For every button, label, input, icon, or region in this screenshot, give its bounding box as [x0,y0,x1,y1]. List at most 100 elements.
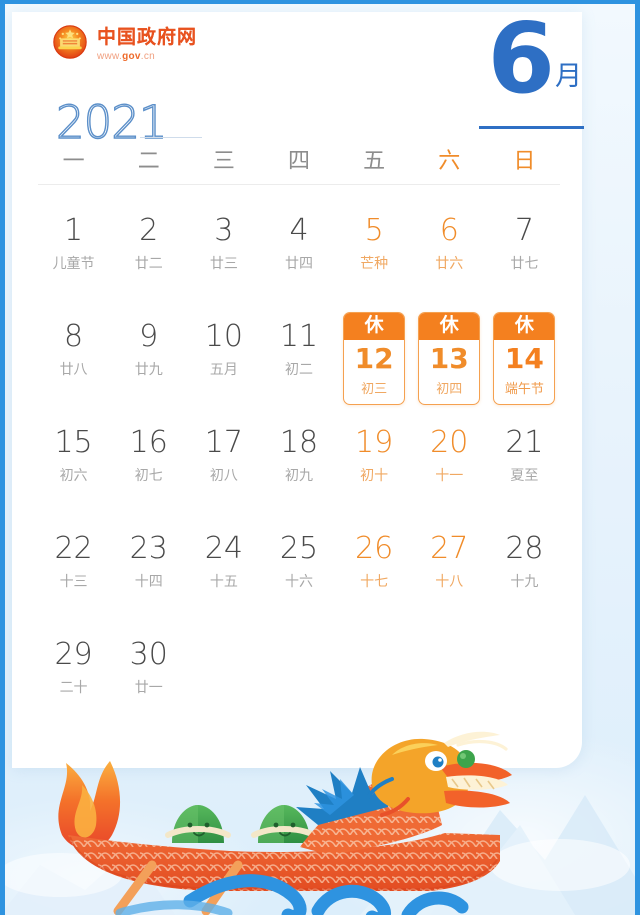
day-cell[interactable]: 3 廿三 [186,206,261,312]
day-cell[interactable]: 6 廿六 [412,206,487,312]
weekday-1: 一 [62,149,85,174]
frame-border-left [0,0,5,915]
day-cell[interactable]: 26 十七 [337,524,412,630]
day-lunar-label: 初九 [284,468,313,484]
day-lunar-label: 十八 [435,574,464,590]
day-cell[interactable]: 25 十六 [261,524,336,630]
day-cell[interactable]: 23 十四 [111,524,186,630]
day-lunar-label: 初七 [134,468,163,484]
day-number: 3 [214,213,234,248]
day-cell[interactable]: 5 芒种 [337,206,412,312]
day-cell[interactable]: 18 初九 [261,418,336,524]
day-number: 28 [505,531,544,566]
day-number: 26 [355,531,394,566]
day-number: 24 [204,531,243,566]
day-lunar-label: 廿九 [134,362,163,378]
day-lunar-label: 十六 [284,574,313,590]
brand-name: 中国政府网 [97,22,197,49]
day-cell[interactable]: 21 夏至 [487,418,562,524]
day-number: 15 [54,425,93,460]
day-number: 27 [430,531,469,566]
day-cell[interactable]: 27 十八 [412,524,487,630]
day-number: 10 [204,319,243,354]
holiday-badge-label: 休 [419,313,480,340]
day-lunar-label: 初六 [59,468,88,484]
day-lunar-label: 初三 [361,381,388,397]
year-label: 2021 [55,95,168,149]
day-number: 16 [129,425,168,460]
header-divider [38,184,560,185]
day-lunar-label: 初二 [284,362,313,378]
day-number: 17 [204,425,243,460]
weekday-3: 三 [212,149,235,174]
day-cell[interactable]: 8 廿八 [36,312,111,418]
day-lunar-label: 十九 [510,574,539,590]
day-cell[interactable]: 休 13 初四 [412,312,487,418]
day-lunar-label: 十七 [360,574,389,590]
weekday-5: 五 [363,149,386,174]
day-number: 25 [279,531,319,566]
day-cell[interactable]: 9 廿九 [111,312,186,418]
national-emblem-icon [53,25,87,59]
day-number: 23 [129,531,168,566]
holiday-cell-body: 13 初四 [430,340,469,404]
day-lunar-label: 廿六 [435,256,464,272]
day-number: 5 [364,213,384,248]
day-cell[interactable]: 16 初七 [111,418,186,524]
day-cell[interactable]: 15 初六 [36,418,111,524]
day-number: 30 [129,637,168,672]
day-cell[interactable]: 1 儿童节 [36,206,111,312]
day-cell[interactable]: 24 十五 [186,524,261,630]
year-underline [140,137,202,138]
day-lunar-label: 儿童节 [52,256,95,272]
day-number: 7 [514,213,534,248]
holiday-badge-cell[interactable]: 休 13 初四 [418,312,481,405]
day-lunar-label: 端午节 [504,381,544,397]
day-cell[interactable]: 17 初八 [186,418,261,524]
url-suffix: .cn [140,51,156,62]
day-lunar-label: 二十 [59,680,88,696]
weekday-6: 六 [438,149,461,174]
brand-logo[interactable]: 中国政府网 www.gov.cn [52,22,197,62]
day-number: 18 [279,425,319,460]
weekday-2: 二 [137,149,160,174]
day-lunar-label: 十五 [209,574,238,590]
month-suffix-label: 月 [555,61,582,93]
holiday-badge-cell[interactable]: 休 14 端午节 [493,312,556,405]
day-cell[interactable]: 4 廿四 [261,206,336,312]
day-cell[interactable]: 11 初二 [261,312,336,418]
month-display: 6 月 [488,10,583,107]
day-lunar-label: 廿七 [510,256,539,272]
day-cell[interactable]: 10 五月 [186,312,261,418]
day-number: 13 [429,341,469,375]
day-number: 22 [54,531,93,566]
day-lunar-label: 芒种 [360,256,389,272]
frame-border-top [0,0,640,4]
day-lunar-label: 十三 [59,574,88,590]
day-lunar-label: 廿四 [284,256,313,272]
day-lunar-label: 初四 [436,381,463,397]
day-number: 1 [64,213,84,248]
weekday-7: 日 [513,149,536,174]
day-cell[interactable]: 28 十九 [487,524,562,630]
holiday-badge-cell[interactable]: 休 12 初三 [343,312,406,405]
day-cell[interactable]: 7 廿七 [487,206,562,312]
day-cell[interactable]: 休 12 初三 [337,312,412,418]
day-number: 21 [505,425,544,460]
day-cell[interactable]: 22 十三 [36,524,111,630]
day-number: 6 [439,213,459,248]
day-cell[interactable]: 2 廿二 [111,206,186,312]
day-cell[interactable]: 20 十一 [412,418,487,524]
url-prefix: www. [97,51,123,62]
day-cell[interactable]: 休 14 端午节 [487,312,562,418]
day-number: 19 [355,425,394,460]
day-number: 11 [279,319,319,354]
month-underline [479,126,584,129]
day-number: 20 [430,425,469,460]
dragon-boat-illustration [58,731,512,915]
day-lunar-label: 廿二 [134,256,163,272]
day-lunar-label: 夏至 [510,468,539,484]
day-cell[interactable]: 19 初十 [337,418,412,524]
day-lunar-label: 廿三 [209,256,238,272]
holiday-cell-body: 12 初三 [355,340,394,404]
